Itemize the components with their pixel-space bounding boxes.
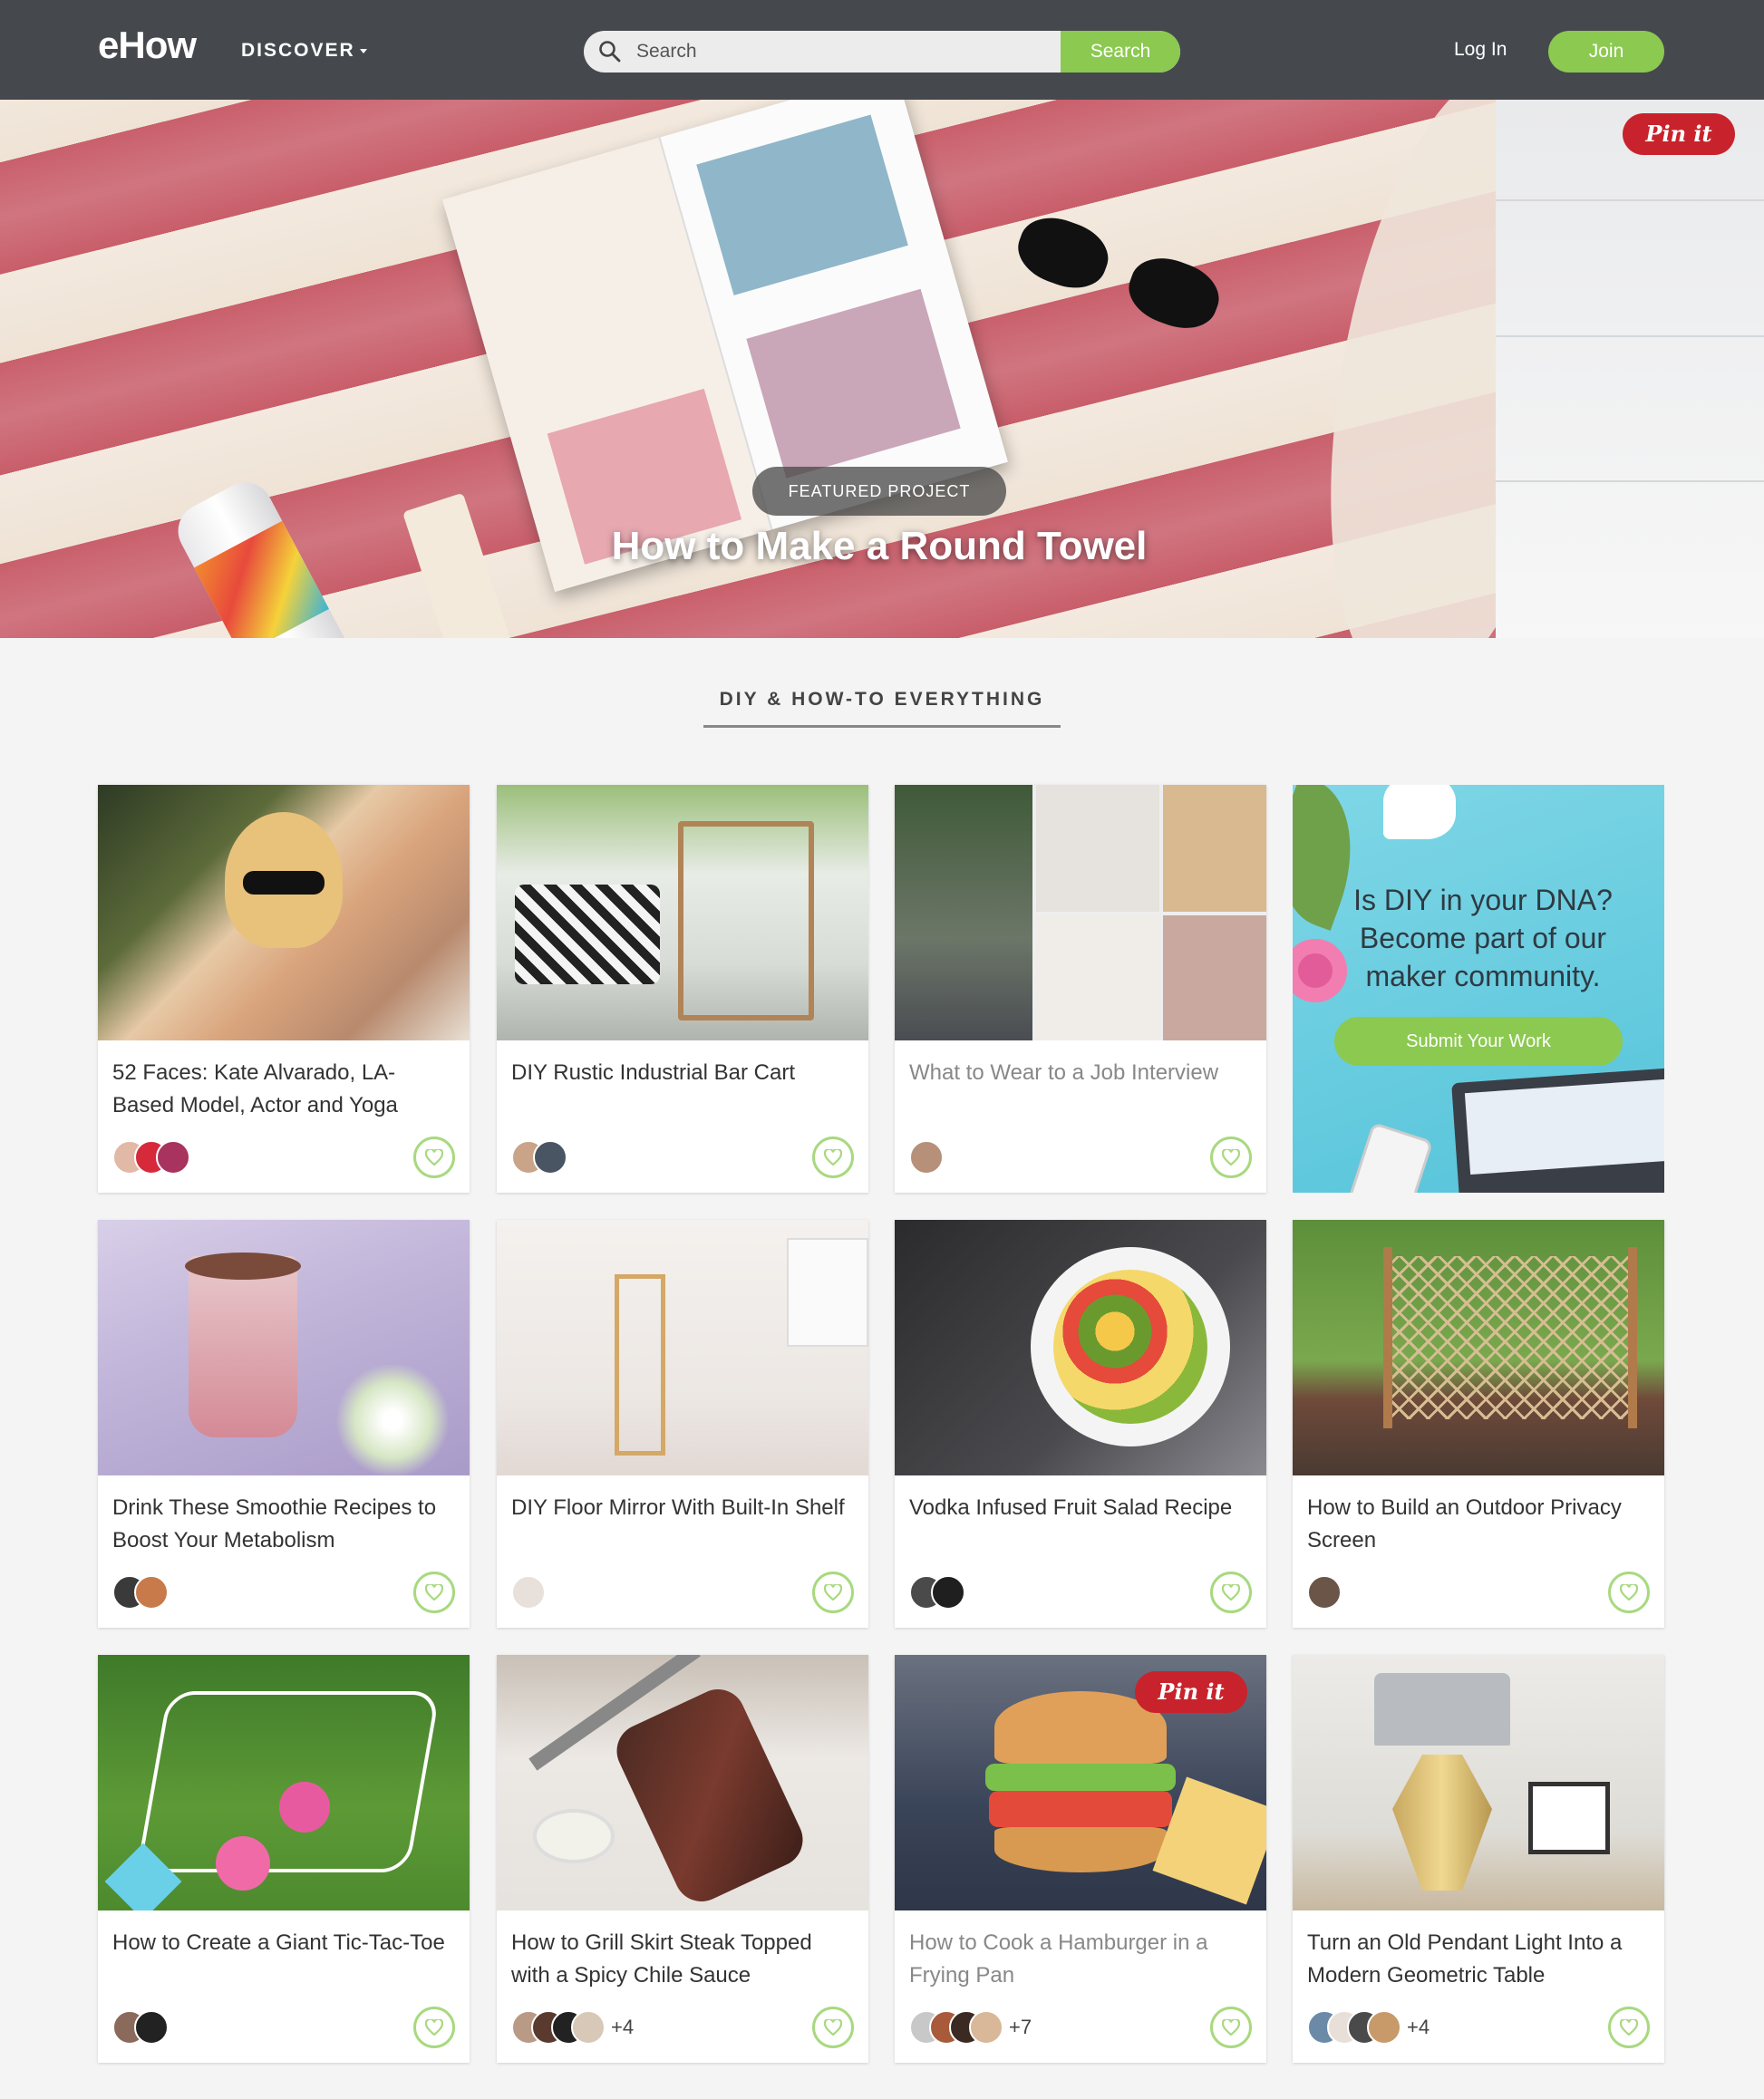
favorite-button[interactable] bbox=[1608, 2007, 1650, 2048]
caret-down-icon bbox=[359, 48, 367, 53]
article-card[interactable]: Drink These Smoothie Recipes to Boost Yo… bbox=[98, 1220, 470, 1628]
heart-icon bbox=[1620, 1584, 1638, 1601]
article-card[interactable]: How to Cook a Hamburger in a Frying Pan … bbox=[895, 1655, 1266, 2063]
hero-sunglasses-image bbox=[1006, 190, 1250, 353]
heart-icon bbox=[1620, 2019, 1638, 2036]
more-contributors-count: +4 bbox=[611, 2016, 635, 2038]
favorite-button[interactable] bbox=[1210, 1572, 1252, 1613]
card-title: What to Wear to a Job Interview bbox=[909, 1060, 1219, 1085]
hero-sunscreen-bottle bbox=[169, 472, 384, 638]
card-image bbox=[497, 1655, 868, 1910]
featured-project-badge: FEATURED PROJECT bbox=[752, 467, 1006, 516]
discover-menu[interactable]: DISCOVER bbox=[241, 40, 367, 62]
login-link[interactable]: Log In bbox=[1454, 39, 1507, 61]
card-image bbox=[98, 1655, 470, 1910]
heart-icon bbox=[824, 2019, 842, 2036]
promo-text: Is DIY in your DNA? Become part of our m… bbox=[1353, 884, 1613, 992]
wood-floor bbox=[1496, 100, 1764, 638]
more-contributors-count: +4 bbox=[1407, 2016, 1430, 2038]
hero-magazine-image bbox=[442, 100, 1008, 592]
search-input[interactable] bbox=[636, 31, 1090, 73]
heart-icon bbox=[824, 1149, 842, 1166]
card-image bbox=[1293, 1220, 1664, 1475]
heart-icon bbox=[425, 2019, 443, 2036]
section-underline bbox=[703, 725, 1061, 728]
favorite-button[interactable] bbox=[1210, 2007, 1252, 2048]
card-title: How to Cook a Hamburger in a Frying Pan bbox=[909, 1930, 1208, 1988]
heart-icon bbox=[1222, 2019, 1240, 2036]
article-card[interactable]: What to Wear to a Job Interview bbox=[895, 785, 1266, 1193]
card-title: How to Build an Outdoor Privacy Screen bbox=[1307, 1495, 1622, 1552]
favorite-button[interactable] bbox=[413, 1137, 455, 1178]
article-card[interactable]: 52 Faces: Kate Alvarado, LA-Based Model,… bbox=[98, 785, 470, 1193]
article-card[interactable]: How to Grill Skirt Steak Topped with a S… bbox=[497, 1655, 868, 2063]
article-card[interactable]: DIY Rustic Industrial Bar Cart bbox=[497, 785, 868, 1193]
card-image bbox=[895, 785, 1266, 1040]
card-image bbox=[497, 785, 868, 1040]
card-image bbox=[98, 1220, 470, 1475]
card-title: Vodka Infused Fruit Salad Recipe bbox=[909, 1495, 1233, 1520]
card-title: DIY Floor Mirror With Built-In Shelf bbox=[511, 1495, 845, 1520]
heart-icon bbox=[824, 1584, 842, 1601]
article-card[interactable]: Vodka Infused Fruit Salad Recipe bbox=[895, 1220, 1266, 1628]
favorite-button[interactable] bbox=[812, 2007, 854, 2048]
article-card[interactable]: DIY Floor Mirror With Built-In Shelf bbox=[497, 1220, 868, 1628]
maker-community-promo: Is DIY in your DNA? Become part of our m… bbox=[1293, 785, 1664, 1193]
card-title: How to Grill Skirt Steak Topped with a S… bbox=[511, 1930, 812, 1988]
favorite-button[interactable] bbox=[812, 1572, 854, 1613]
article-card[interactable]: How to Build an Outdoor Privacy Screen bbox=[1293, 1220, 1664, 1628]
heart-icon bbox=[1222, 1584, 1240, 1601]
hero-title[interactable]: How to Make a Round Towel bbox=[399, 524, 1360, 569]
promo-laptop-image bbox=[1451, 1067, 1664, 1193]
article-card[interactable]: Turn an Old Pendant Light Into a Modern … bbox=[1293, 1655, 1664, 2063]
favorite-button[interactable] bbox=[1210, 1137, 1252, 1178]
promo-phone-image bbox=[1342, 1121, 1434, 1193]
pin-it-button[interactable]: Pin it bbox=[1623, 113, 1735, 155]
card-title: 52 Faces: Kate Alvarado, LA-Based Model,… bbox=[112, 1060, 398, 1117]
favorite-button[interactable] bbox=[413, 1572, 455, 1613]
card-image bbox=[497, 1220, 868, 1475]
heart-icon bbox=[425, 1149, 443, 1166]
card-title: Turn an Old Pendant Light Into a Modern … bbox=[1307, 1930, 1623, 1988]
favorite-button[interactable] bbox=[1608, 1572, 1650, 1613]
favorite-button[interactable] bbox=[812, 1137, 854, 1178]
speech-bubble-image bbox=[1383, 785, 1456, 839]
heart-icon bbox=[425, 1584, 443, 1601]
heart-icon bbox=[1222, 1149, 1240, 1166]
card-image bbox=[1293, 1655, 1664, 1910]
card-image bbox=[895, 1220, 1266, 1475]
search-bar: Search bbox=[584, 31, 1180, 73]
card-title: How to Create a Giant Tic-Tac-Toe bbox=[112, 1930, 445, 1955]
discover-label: DISCOVER bbox=[241, 40, 355, 61]
search-icon bbox=[599, 41, 621, 63]
card-image bbox=[98, 785, 470, 1040]
ehow-logo[interactable]: eHow bbox=[98, 24, 197, 67]
pin-it-button[interactable]: Pin it bbox=[1135, 1671, 1247, 1713]
more-contributors-count: +7 bbox=[1009, 2016, 1032, 2038]
card-title: Drink These Smoothie Recipes to Boost Yo… bbox=[112, 1495, 437, 1552]
favorite-button[interactable] bbox=[413, 2007, 455, 2048]
article-card[interactable]: How to Create a Giant Tic-Tac-Toe bbox=[98, 1655, 470, 2063]
section-heading: DIY & HOW-TO EVERYTHING bbox=[719, 689, 1045, 710]
top-nav: eHow DISCOVER Search Log In Join bbox=[0, 0, 1764, 100]
join-button[interactable]: Join bbox=[1548, 31, 1664, 73]
card-title: DIY Rustic Industrial Bar Cart bbox=[511, 1060, 795, 1085]
search-button[interactable]: Search bbox=[1061, 31, 1180, 73]
submit-your-work-button[interactable]: Submit Your Work bbox=[1334, 1017, 1623, 1066]
